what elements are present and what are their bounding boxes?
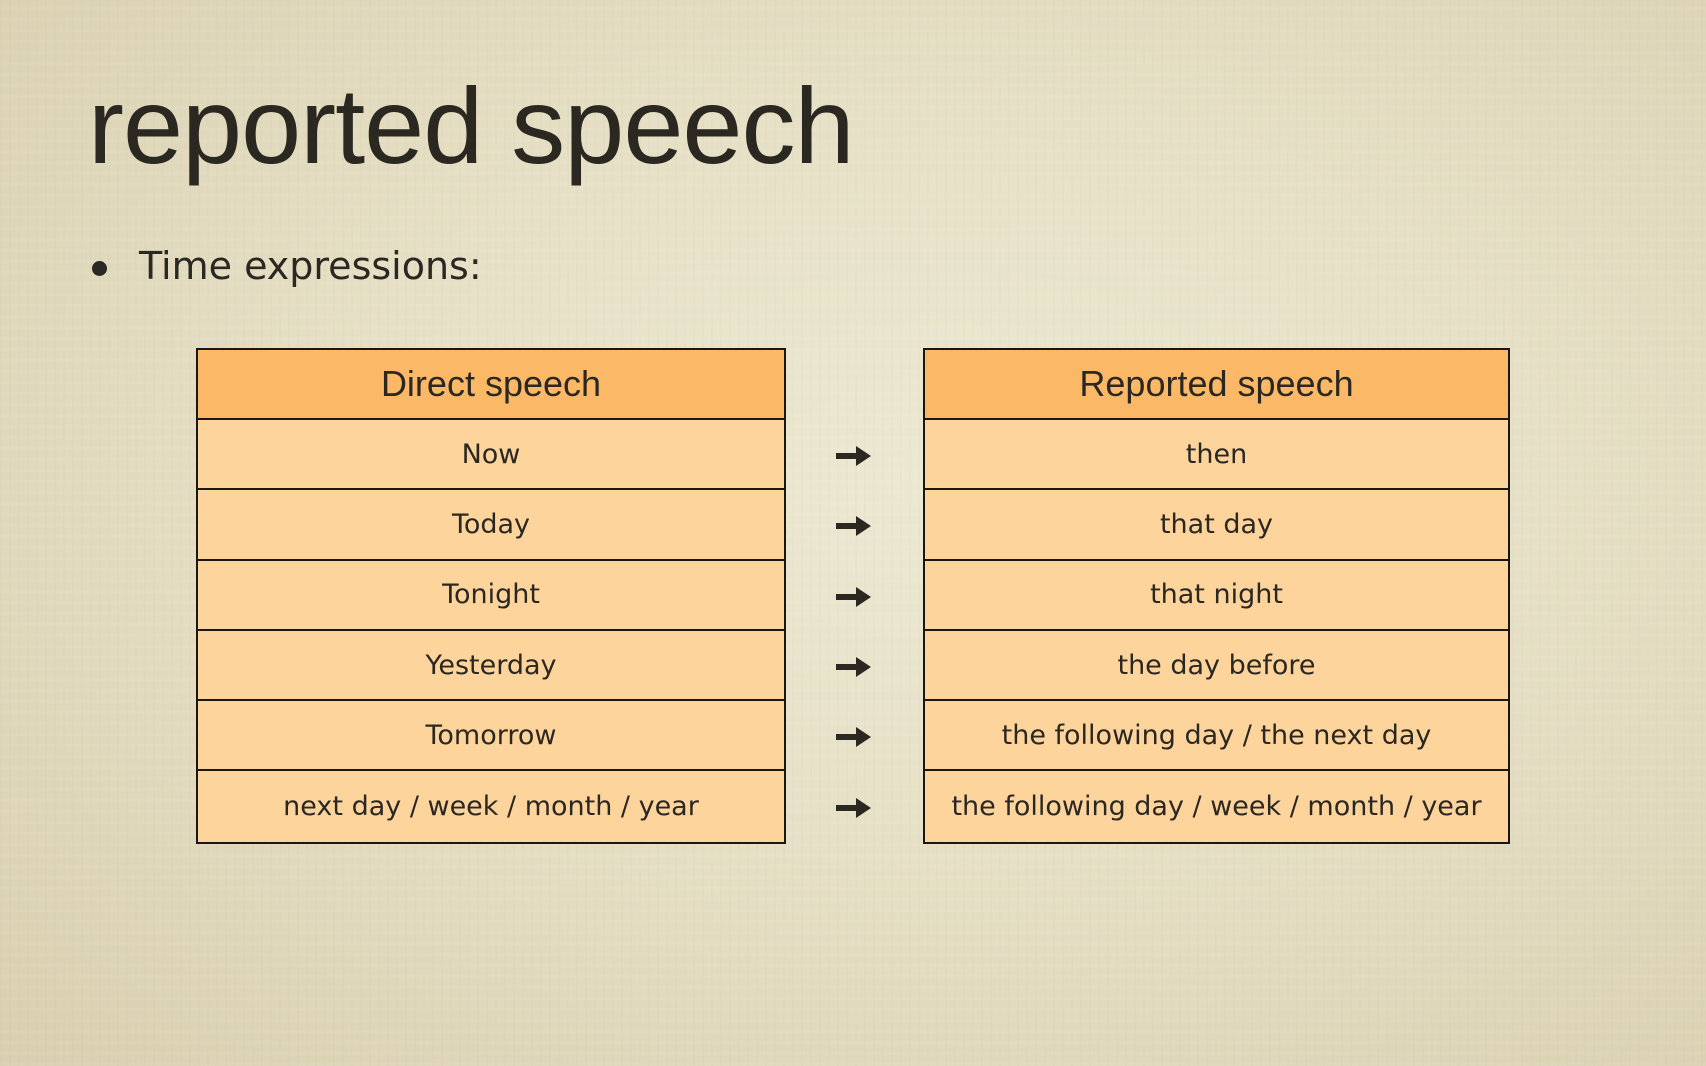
direct-cell: Tonight [198, 560, 784, 631]
slide-title: reported speech [88, 65, 855, 186]
direct-cell: Yesterday [198, 630, 784, 702]
reported-cell: that day [925, 490, 1508, 561]
bullet-text: Time expressions: [139, 244, 482, 288]
reported-cell: the following day / week / month / year [925, 771, 1508, 842]
direct-cell: next day / week / month / year [198, 771, 784, 842]
direct-cell: Now [198, 420, 784, 491]
right-arrow-icon [836, 516, 871, 537]
right-arrow-icon [836, 446, 871, 466]
direct-cell: Today [198, 490, 784, 561]
right-arrow-icon [836, 656, 871, 677]
reported-cell: then [925, 420, 1508, 491]
right-arrow-icon [836, 727, 871, 748]
direct-cell: Tomorrow [198, 701, 784, 772]
direct-speech-table: Direct speech Now Today Tonight Yesterda… [196, 348, 786, 844]
right-arrow-icon [836, 586, 871, 607]
reported-speech-table: Reported speech then that day that night… [923, 348, 1510, 844]
reported-cell: that night [925, 560, 1508, 631]
direct-speech-header: Direct speech [198, 350, 784, 420]
reported-speech-header: Reported speech [925, 350, 1508, 420]
bullet-icon [92, 260, 107, 276]
reported-cell: the following day / the next day [925, 701, 1508, 772]
right-arrow-icon [836, 797, 871, 818]
reported-cell: the day before [925, 630, 1508, 702]
bullet-item: Time expressions: [92, 244, 482, 288]
